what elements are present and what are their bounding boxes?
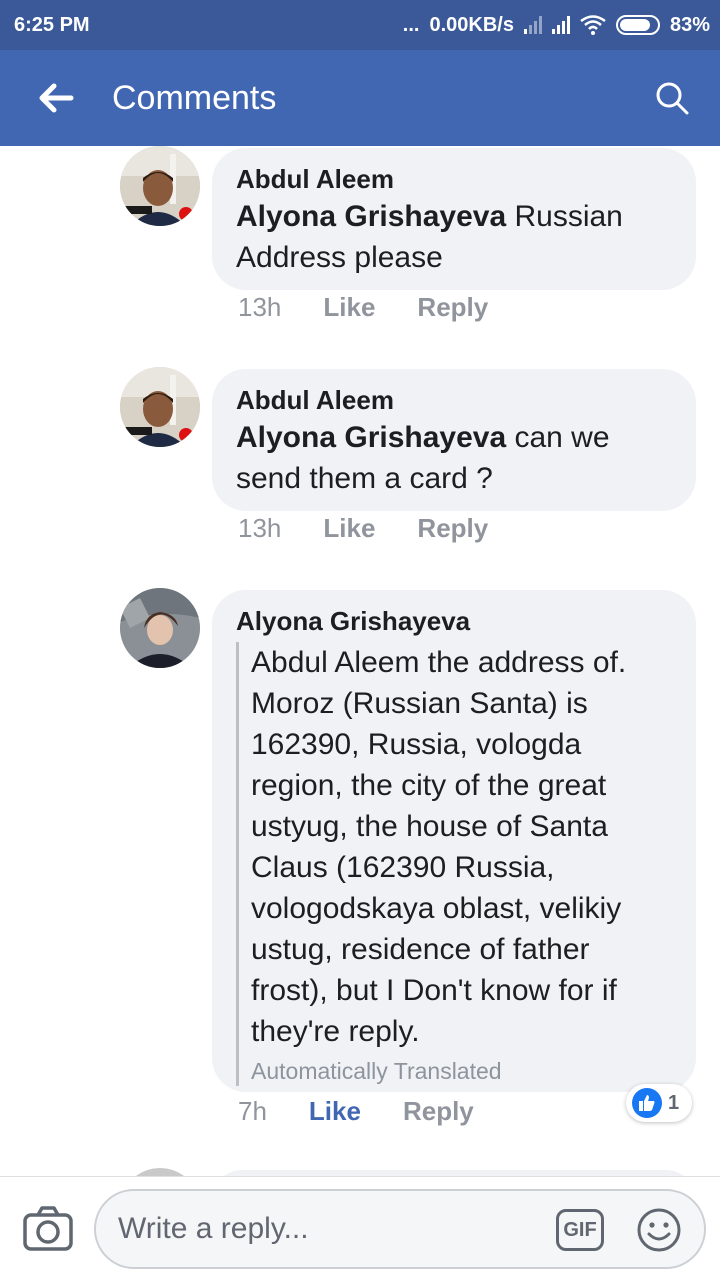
like-button[interactable]: Like <box>323 292 375 323</box>
comment-time: 13h <box>238 513 282 543</box>
avatar[interactable] <box>120 367 200 447</box>
translation-label[interactable]: Automatically Translated <box>251 1056 674 1086</box>
comment-text: Alyona Grishayeva can we send them a car… <box>236 417 674 499</box>
network-speed: 0.00KB/s <box>429 13 514 36</box>
avatar[interactable] <box>120 588 200 668</box>
battery-percent: 83% <box>669 13 710 36</box>
comment-meta: 13h Like Reply <box>238 513 530 544</box>
emoji-icon <box>637 1208 681 1252</box>
comment-text: Alyona Grishayeva Russian Address please <box>236 196 674 278</box>
comment-bubble: Abdul Aleem Alyona Grishayeva can we sen… <box>212 369 696 511</box>
mention-link[interactable]: Alyona Grishayeva <box>236 421 506 454</box>
reply-button[interactable]: Reply <box>417 513 488 544</box>
app-bar: Comments <box>0 50 720 146</box>
camera-button[interactable] <box>22 1205 74 1253</box>
emoji-button[interactable] <box>636 1207 682 1253</box>
status-indicators: ... 0.00KB/s 83% <box>403 14 710 37</box>
comment-author[interactable]: Alyona Grishayeva <box>236 604 674 638</box>
status-dots: ... <box>402 13 420 36</box>
reply-field[interactable]: GIF <box>94 1189 706 1269</box>
search-button[interactable] <box>624 50 720 146</box>
reply-composer: GIF <box>0 1176 720 1280</box>
comment-meta: 13h Like Reply <box>238 292 530 323</box>
comment-author[interactable]: Abdul Aleem <box>236 162 674 196</box>
reply-button[interactable]: Reply <box>403 1096 474 1127</box>
comment-author[interactable]: Abdul Aleem <box>236 383 674 417</box>
avatar[interactable] <box>120 146 200 226</box>
signal-icon <box>551 16 570 34</box>
comment-bubble: Abdul Aleem Alyona Grishayeva Russian Ad… <box>212 148 696 290</box>
avatar[interactable] <box>120 1168 200 1176</box>
reply-input[interactable] <box>118 1212 538 1246</box>
gif-button[interactable]: GIF <box>556 1209 604 1251</box>
reaction-count: 1 <box>668 1091 680 1114</box>
arrow-left-icon <box>39 83 74 113</box>
camera-icon <box>23 1206 73 1251</box>
back-button[interactable] <box>0 50 112 146</box>
status-bar: 6:25 PM ... 0.00KB/s 83% <box>0 0 720 50</box>
thumbs-up-icon <box>632 1088 662 1118</box>
reaction-badge[interactable]: 1 <box>626 1084 692 1122</box>
reply-button[interactable]: Reply <box>417 292 488 323</box>
comment-time: 7h <box>238 1096 267 1126</box>
comment-meta: 7h Like Reply <box>238 1096 516 1127</box>
status-time: 6:25 PM <box>14 13 90 36</box>
comment-list: Abdul Aleem Alyona Grishayeva Russian Ad… <box>0 146 720 1176</box>
signal-weak-icon <box>523 16 542 34</box>
comment-bubble: Alyona Grishayeva Abdul Aleem the addres… <box>212 590 696 1092</box>
battery-icon <box>615 15 660 35</box>
comment-time: 13h <box>238 292 282 322</box>
translated-quote: Abdul Aleem the address of. Moroz (Russi… <box>236 642 674 1086</box>
comment-body: Abdul Aleem the address of. Moroz (Russi… <box>251 646 627 1048</box>
comments-screen: 6:25 PM ... 0.00KB/s 83% Comments Abdul … <box>0 0 720 1280</box>
wifi-icon <box>580 15 606 35</box>
search-icon <box>656 82 689 115</box>
mention-link[interactable]: Alyona Grishayeva <box>236 200 506 233</box>
page-title: Comments <box>112 78 277 117</box>
like-button[interactable]: Like <box>309 1096 361 1127</box>
like-button[interactable]: Like <box>323 513 375 544</box>
